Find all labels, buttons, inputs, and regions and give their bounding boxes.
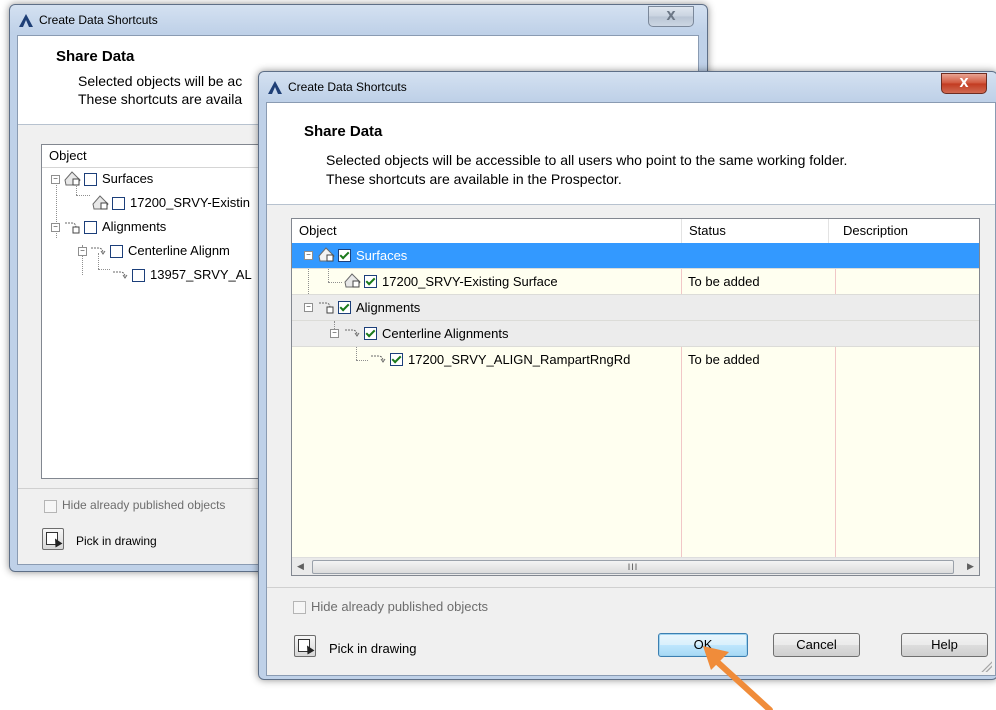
divider: [267, 587, 995, 588]
pick-in-drawing-icon[interactable]: [294, 635, 316, 657]
background-pick-in-drawing-label: Pick in drawing: [76, 534, 157, 548]
dialog-client: Share Data Selected objects will be acce…: [266, 102, 996, 676]
background-tree-label: Alignments: [102, 219, 167, 234]
dialog-title: Create Data Shortcuts: [288, 80, 407, 94]
surface-icon: [318, 247, 335, 262]
tree-row-existing-surface[interactable]: 17200_SRVY-Existing Surface To be added: [292, 269, 979, 295]
alignment-icon: [65, 222, 80, 234]
background-tree-label: 17200_SRVY-Existin: [130, 195, 250, 210]
background-share-data-heading: Share Data: [56, 48, 135, 65]
collapse-icon[interactable]: −: [330, 329, 339, 338]
help-button[interactable]: Help: [901, 633, 988, 657]
header-panel: Share Data Selected objects will be acce…: [267, 103, 995, 205]
collapse-icon[interactable]: −: [51, 223, 60, 232]
civil3d-app-icon: [19, 14, 33, 27]
row-status: To be added: [688, 274, 760, 289]
background-column-object[interactable]: Object: [42, 145, 290, 167]
tree-line: [356, 347, 357, 360]
resize-grip[interactable]: [980, 660, 992, 672]
hide-published-label: Hide already published objects: [311, 599, 489, 614]
background-surfaces-checkbox[interactable]: [84, 173, 97, 186]
background-description-line-2: These shortcuts are availa: [78, 91, 243, 107]
scroll-left-icon[interactable]: ◀: [292, 558, 309, 575]
alignment-icon: [91, 247, 106, 255]
centerline-alignments-checkbox[interactable]: [364, 327, 377, 340]
description-line-2: These shortcuts are available in the Pro…: [326, 171, 622, 187]
column-header-object[interactable]: Object: [292, 219, 682, 243]
existing-surface-checkbox[interactable]: [364, 275, 377, 288]
tree-line: [308, 269, 309, 294]
scrollbar-grip: III: [627, 562, 639, 572]
row-status: To be added: [688, 352, 760, 367]
tree-line: [356, 360, 368, 361]
title-bar[interactable]: Create Data Shortcuts X: [259, 72, 996, 102]
collapse-icon[interactable]: −: [304, 303, 313, 312]
background-hide-published-label: Hide already published objects: [62, 498, 226, 512]
tree-row-alignments[interactable]: − Alignments: [292, 295, 979, 321]
background-close-button[interactable]: X: [648, 6, 694, 27]
row-label: Surfaces: [356, 248, 408, 263]
civil3d-app-icon: [268, 81, 282, 94]
cancel-button[interactable]: Cancel: [773, 633, 860, 657]
row-label: 17200_SRVY-Existing Surface: [382, 274, 558, 289]
background-title-bar[interactable]: Create Data Shortcuts X: [10, 5, 707, 35]
tree-line: [328, 282, 342, 283]
tree-line: [328, 269, 329, 282]
alignment-icon: [371, 355, 386, 363]
share-data-heading: Share Data: [304, 123, 383, 140]
background-tree-label: 13957_SRVY_AL: [150, 267, 252, 282]
tree-row-alignment-item[interactable]: 17200_SRVY_ALIGN_RampartRngRd To be adde…: [292, 347, 979, 372]
column-header-status[interactable]: Status: [682, 219, 829, 243]
grid-header: Object Status Description: [292, 219, 979, 244]
row-label: Centerline Alignments: [382, 326, 509, 341]
surface-icon: [64, 171, 81, 186]
alignment-icon: [345, 329, 360, 337]
row-label: Alignments: [356, 300, 421, 315]
background-alignments-checkbox[interactable]: [84, 221, 97, 234]
annotation-arrow-icon: [703, 646, 773, 710]
tree-row-centerline-alignments[interactable]: − Centerline Alignments: [292, 321, 979, 347]
surface-icon: [92, 195, 109, 210]
background-pick-in-drawing-icon[interactable]: [42, 528, 64, 550]
background-dialog-title: Create Data Shortcuts: [39, 13, 158, 27]
background-hide-published-checkbox[interactable]: [44, 500, 57, 513]
alignment-icon: [113, 271, 128, 279]
surfaces-checkbox[interactable]: [338, 249, 351, 262]
pick-in-drawing-label: Pick in drawing: [329, 641, 417, 656]
background-description-line-1: Selected objects will be ac: [78, 73, 243, 89]
surface-icon: [344, 273, 361, 288]
background-existing-surface-checkbox[interactable]: [112, 197, 125, 210]
collapse-icon[interactable]: −: [78, 247, 87, 256]
background-tree-label: Surfaces: [102, 171, 154, 186]
alignments-checkbox[interactable]: [338, 301, 351, 314]
collapse-icon[interactable]: −: [304, 251, 313, 260]
tree-row-surfaces[interactable]: − Surfaces: [292, 243, 979, 269]
row-label: 17200_SRVY_ALIGN_RampartRngRd: [408, 352, 631, 367]
collapse-icon[interactable]: −: [51, 175, 60, 184]
hide-published-checkbox[interactable]: [293, 601, 306, 614]
background-centerline-checkbox[interactable]: [110, 245, 123, 258]
horizontal-scrollbar[interactable]: ◀ III ▶: [292, 557, 979, 575]
close-button[interactable]: X: [941, 73, 987, 94]
description-line-1: Selected objects will be accessible to a…: [326, 152, 848, 168]
scroll-right-icon[interactable]: ▶: [962, 558, 979, 575]
column-header-description[interactable]: Description: [836, 219, 979, 243]
alignment-item-checkbox[interactable]: [390, 353, 403, 366]
background-tree-label: Centerline Alignm: [128, 243, 230, 258]
background-alignment-item-checkbox[interactable]: [132, 269, 145, 282]
create-data-shortcuts-window: Create Data Shortcuts X Share Data Selec…: [258, 71, 996, 680]
alignment-icon: [319, 302, 334, 314]
object-tree-grid[interactable]: Object Status Description − Surfaces 172…: [291, 218, 980, 576]
scrollbar-thumb[interactable]: III: [312, 560, 954, 574]
